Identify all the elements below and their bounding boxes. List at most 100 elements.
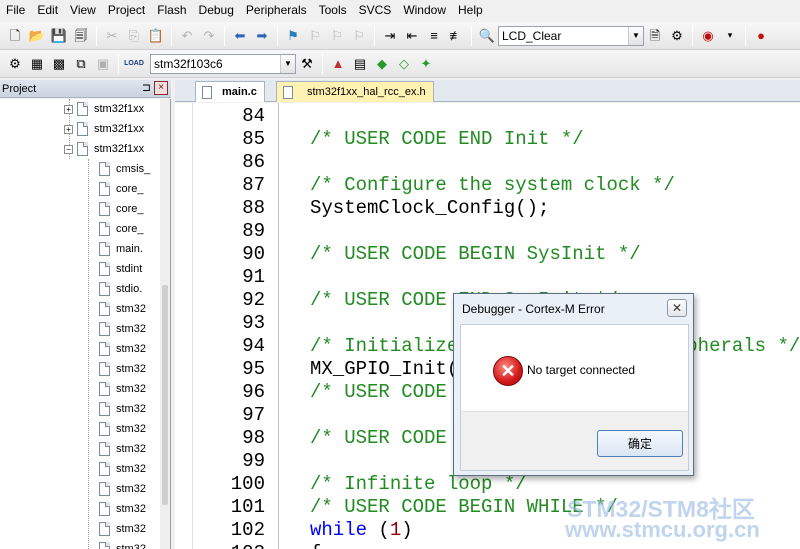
menu-flash[interactable]: Flash [151, 0, 192, 20]
menu-edit[interactable]: Edit [31, 0, 64, 20]
redo-icon[interactable]: ↷ [199, 26, 219, 46]
tree-file-item[interactable]: stm32 [99, 499, 146, 519]
file-icon [99, 282, 110, 296]
chevron-down-icon[interactable]: ▼ [280, 54, 295, 73]
comment-icon[interactable]: ≡ [424, 26, 444, 46]
unindent-icon[interactable]: ⇤ [402, 26, 422, 46]
find-in-files-icon[interactable]: 🔍 [477, 26, 497, 46]
tree-file-item[interactable]: stdint [99, 259, 142, 279]
chevron-down-icon[interactable]: ▾ [720, 26, 740, 46]
chevron-down-icon[interactable]: ▼ [628, 26, 643, 45]
menu-svcs[interactable]: SVCS [353, 0, 398, 20]
navigate-forward-icon[interactable]: ➡ [252, 26, 272, 46]
open-folder-icon[interactable]: 📂 [27, 26, 47, 46]
pack-installer-icon[interactable]: ▤ [350, 54, 370, 74]
menu-peripherals[interactable]: Peripherals [240, 0, 313, 20]
target-combo-value: stm32f103c6 [154, 56, 223, 71]
find-combo[interactable]: LCD_Clear ▼ [498, 25, 644, 46]
scrollbar-thumb[interactable] [162, 285, 168, 505]
undo-icon[interactable]: ↶ [177, 26, 197, 46]
manage-components-icon[interactable]: ▲ [328, 54, 348, 74]
tree-file-item[interactable]: cmsis_ [99, 159, 150, 179]
tree-file-item[interactable]: stm32 [99, 319, 146, 339]
ok-button[interactable]: 确定 [597, 430, 683, 457]
toolbar-separator [745, 25, 746, 46]
tree-file-item[interactable]: stm32 [99, 399, 146, 419]
tree-group[interactable]: + stm32f1xx [64, 99, 144, 119]
navigate-back-icon[interactable]: ⬅ [230, 26, 250, 46]
pin-icon[interactable]: ⊐ [142, 81, 151, 94]
cut-icon[interactable]: ✂ [102, 26, 122, 46]
collapse-icon[interactable]: − [64, 144, 73, 154]
menu-tools[interactable]: Tools [313, 0, 353, 20]
tree-file-label: stm32 [116, 503, 146, 515]
code-text: /* USER CODE END Init */ [310, 128, 584, 150]
tree-file-item[interactable]: stm32 [99, 439, 146, 459]
file-icon [99, 382, 110, 396]
next-bookmark-icon[interactable]: ⚐ [327, 26, 347, 46]
tree-file-item[interactable]: stdio. [99, 279, 142, 299]
find-icon[interactable]: 🗎 [645, 26, 665, 46]
expand-icon[interactable]: + [64, 104, 73, 114]
target-combo[interactable]: stm32f103c6 ▼ [150, 53, 296, 74]
tree-file-item[interactable]: core_ [99, 219, 144, 239]
target-options-icon[interactable]: ⚒ [297, 54, 317, 74]
tree-file-item[interactable]: stm32 [99, 479, 146, 499]
save-icon[interactable]: 💾 [49, 26, 69, 46]
run-time-env-icon[interactable]: ◆ [372, 54, 392, 74]
stop-build-icon[interactable]: ▣ [93, 54, 113, 74]
menu-project[interactable]: Project [102, 0, 151, 20]
line-number: 100 [230, 473, 265, 495]
rebuild-icon[interactable]: ▩ [49, 54, 69, 74]
save-all-icon[interactable]: 🗐 [71, 26, 91, 46]
file-icon [99, 322, 110, 336]
breakpoint-icon[interactable]: ● [751, 26, 771, 46]
batch-build-icon[interactable]: ⧉ [71, 54, 91, 74]
close-icon[interactable]: × [154, 81, 168, 95]
tree-file-item[interactable]: stm32 [99, 539, 146, 549]
tree-file-item[interactable]: stm32 [99, 339, 146, 359]
line-number: 91 [242, 266, 265, 288]
select-packs-icon[interactable]: ◇ [394, 54, 414, 74]
tree-file-item[interactable]: stm32 [99, 299, 146, 319]
tree-file-item[interactable]: stm32 [99, 519, 146, 539]
tree-group[interactable]: − stm32f1xx [64, 139, 144, 159]
file-icon [99, 542, 110, 549]
menu-bar: File Edit View Project Flash Debug Peripherals… [0, 0, 800, 20]
menu-view[interactable]: View [64, 0, 102, 20]
new-file-icon[interactable]: 🗋 [5, 26, 25, 46]
indent-icon[interactable]: ⇥ [380, 26, 400, 46]
tree-file-item[interactable]: stm32 [99, 359, 146, 379]
bookmark-icon[interactable]: ⚑ [283, 26, 303, 46]
tree-file-item[interactable]: stm32 [99, 379, 146, 399]
close-icon[interactable]: ✕ [667, 299, 687, 317]
clear-bookmarks-icon[interactable]: ⚐ [349, 26, 369, 46]
debug-session-icon[interactable]: ◉ [698, 26, 718, 46]
tree-file-item[interactable]: core_ [99, 199, 144, 219]
file-icon [77, 122, 88, 136]
menu-help[interactable]: Help [452, 0, 489, 20]
tab-main-c[interactable]: main.c [195, 81, 265, 102]
software-packs-icon[interactable]: ✦ [416, 54, 436, 74]
copy-icon[interactable]: ⎘ [124, 26, 144, 46]
expand-icon[interactable]: + [64, 124, 73, 134]
uncomment-icon[interactable]: ≢ [446, 26, 466, 46]
menu-window[interactable]: Window [397, 0, 452, 20]
prev-bookmark-icon[interactable]: ⚐ [305, 26, 325, 46]
tree-file-item[interactable]: main. [99, 239, 143, 259]
build-icon[interactable]: ▦ [27, 54, 47, 74]
file-icon [99, 342, 110, 356]
project-tree-scrollbar[interactable] [160, 99, 170, 549]
translate-icon[interactable]: ⚙ [5, 54, 25, 74]
tree-file-item[interactable]: stm32 [99, 419, 146, 439]
load-icon[interactable]: LOAD [124, 54, 144, 74]
tree-file-item[interactable]: stm32 [99, 459, 146, 479]
tree-file-item[interactable]: core_ [99, 179, 144, 199]
menu-file[interactable]: File [0, 0, 31, 20]
tab-stm32f1xx-hal-rcc-ex-h[interactable]: stm32f1xx_hal_rcc_ex.h [276, 81, 434, 102]
menu-debug[interactable]: Debug [193, 0, 240, 20]
paste-icon[interactable]: 📋 [146, 26, 166, 46]
tree-group[interactable]: + stm32f1xx [64, 119, 144, 139]
incremental-find-icon[interactable]: ⚙ [667, 26, 687, 46]
line-number: 87 [242, 174, 265, 196]
